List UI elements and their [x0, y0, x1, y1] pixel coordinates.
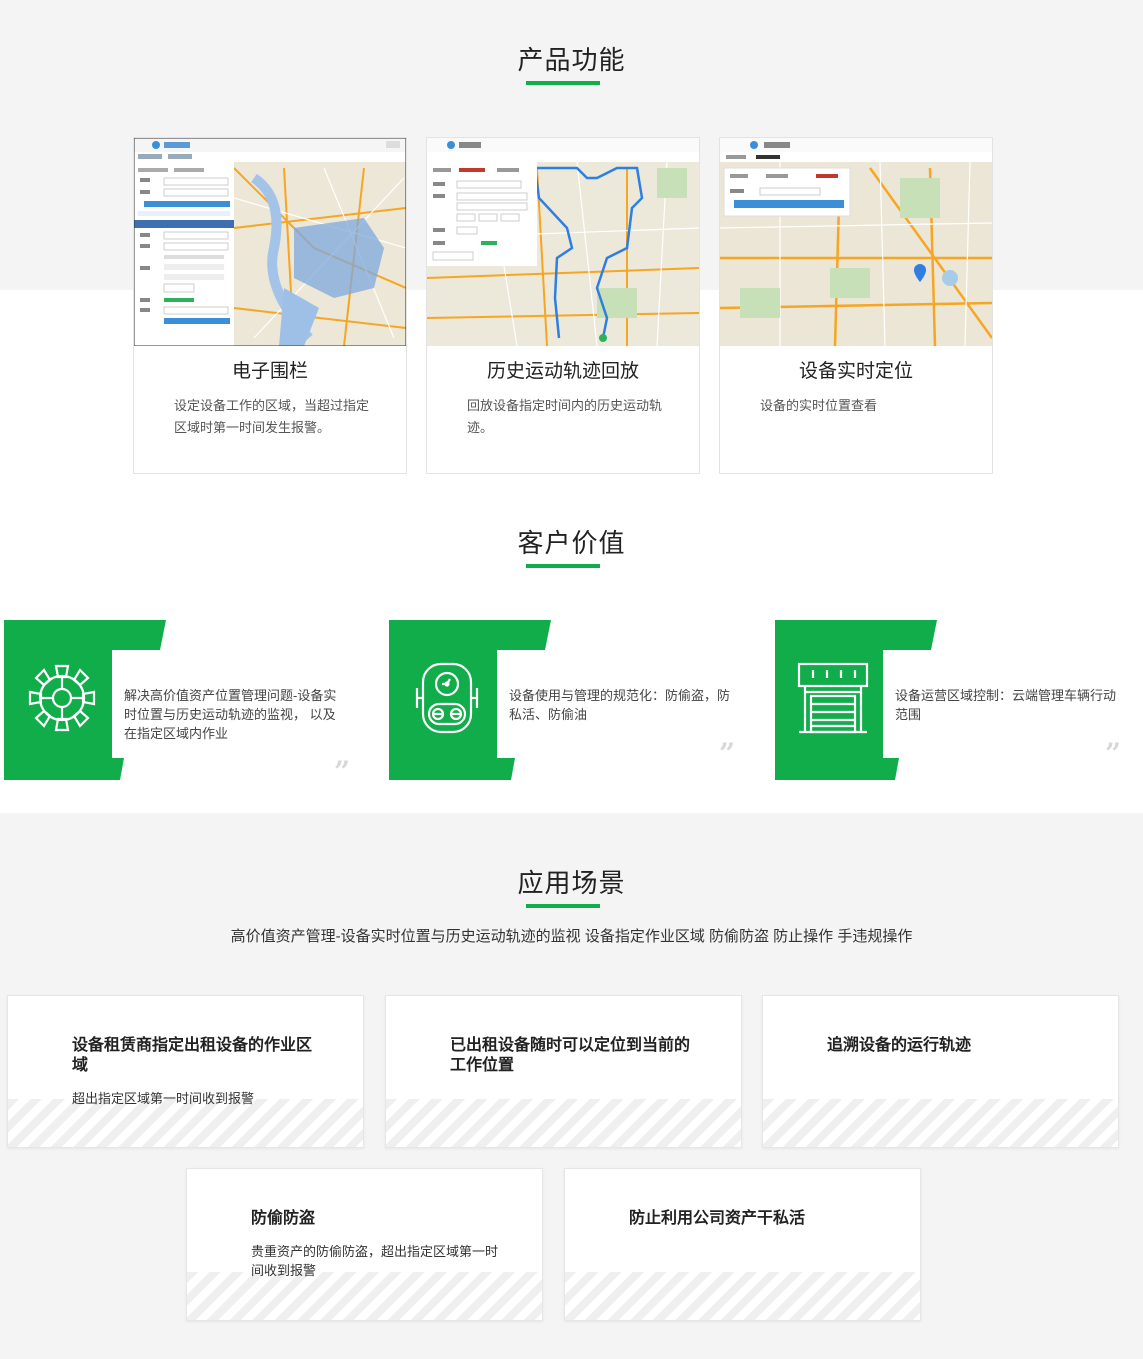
scene-description: 超出指定区域第一时间收到报警: [72, 1091, 255, 1106]
value-text: 解决高价值资产位置管理问题-设备实时位置与历史运动轨迹的监视， 以及在指定区域内…: [124, 688, 337, 741]
value-card-asset-position: 解决高价值资产位置管理问题-设备实时位置与历史运动轨迹的监视， 以及在指定区域内…: [4, 620, 369, 786]
card-stripe-pattern: [386, 1099, 741, 1147]
fence-screenshot: [134, 138, 406, 346]
scene-title: 追溯设备的运行轨迹: [827, 1037, 972, 1054]
feature-title: 电子围栏: [231, 361, 308, 382]
scene-title: 防止利用公司资产干私活: [629, 1210, 806, 1227]
features-section-title: 产品功能: [517, 45, 626, 75]
feature-title: 历史运动轨迹回放: [486, 361, 639, 382]
scene-card-no-private-use[interactable]: 防止利用公司资产干私活: [564, 1168, 921, 1321]
feature-description: 回放设备指定时间内的历史运动轨迹。: [467, 398, 663, 435]
scene-title: 防偷防盗: [251, 1210, 316, 1227]
value-card-area-control: 设备运营区域控制：云端管理车辆行动范围 ”: [775, 620, 1140, 780]
value-section-title: 客户价值: [517, 528, 626, 558]
value-card-usage-standard: 设备使用与管理的规范化：防偷盗，防私活、防偷油 ”: [389, 620, 754, 780]
scene-subtitle: 高价值资产管理-设备实时位置与历史运动轨迹的监视 设备指定作业区域 防偷防盗 防…: [230, 928, 913, 945]
card-stripe-pattern: [763, 1099, 1118, 1147]
feature-description: 设备的实时位置查看: [760, 398, 878, 413]
scene-card-track-trace[interactable]: 追溯设备的运行轨迹: [762, 995, 1119, 1148]
quote-mark-icon: ”: [334, 755, 351, 788]
value-text: 设备使用与管理的规范化：防偷盗，防私活、防偷油: [509, 688, 731, 722]
robot-device-icon: [415, 662, 479, 734]
scene-section-title: 应用场景: [517, 868, 626, 898]
garage-shutter-icon: [797, 662, 869, 734]
scene-card-anti-theft[interactable]: 防偷防盗 贵重资产的防偷防盗，超出指定区域第一时间收到报警: [186, 1168, 543, 1321]
feature-description: 设定设备工作的区域，当超过指定区域时第一时间发生报警。: [174, 398, 370, 435]
feature-card-realtime-location[interactable]: 设备实时定位 设备的实时位置查看: [719, 137, 993, 474]
scene-title: 设备租赁商指定出租设备的作业区域: [72, 1037, 313, 1074]
value-text: 设备运营区域控制：云端管理车辆行动范围: [895, 688, 1117, 722]
scene-card-rented-location[interactable]: 已出租设备随时可以定位到当前的工作位置: [385, 995, 742, 1148]
quote-mark-icon: ”: [719, 737, 736, 770]
scene-title: 已出租设备随时可以定位到当前的工作位置: [450, 1037, 691, 1074]
feature-card-history-track[interactable]: 历史运动轨迹回放 回放设备指定时间内的历史运动轨迹。: [426, 137, 700, 474]
quote-mark-icon: ”: [1105, 737, 1122, 770]
features-title-underline: [526, 81, 600, 85]
feature-card-fence[interactable]: 电子围栏 设定设备工作的区域，当超过指定区域时第一时间发生报警。: [133, 137, 407, 474]
gear-wheel-icon: [28, 664, 96, 732]
card-stripe-pattern: [565, 1272, 920, 1320]
value-title-underline: [526, 564, 600, 568]
scene-description: 贵重资产的防偷防盗，超出指定区域第一时间收到报警: [251, 1244, 499, 1278]
realtime-location-screenshot: [720, 138, 992, 346]
history-track-screenshot: [427, 138, 699, 346]
scene-title-underline: [526, 904, 600, 908]
feature-title: 设备实时定位: [798, 361, 913, 382]
scene-card-rental-area[interactable]: 设备租赁商指定出租设备的作业区域 超出指定区域第一时间收到报警: [7, 995, 364, 1148]
